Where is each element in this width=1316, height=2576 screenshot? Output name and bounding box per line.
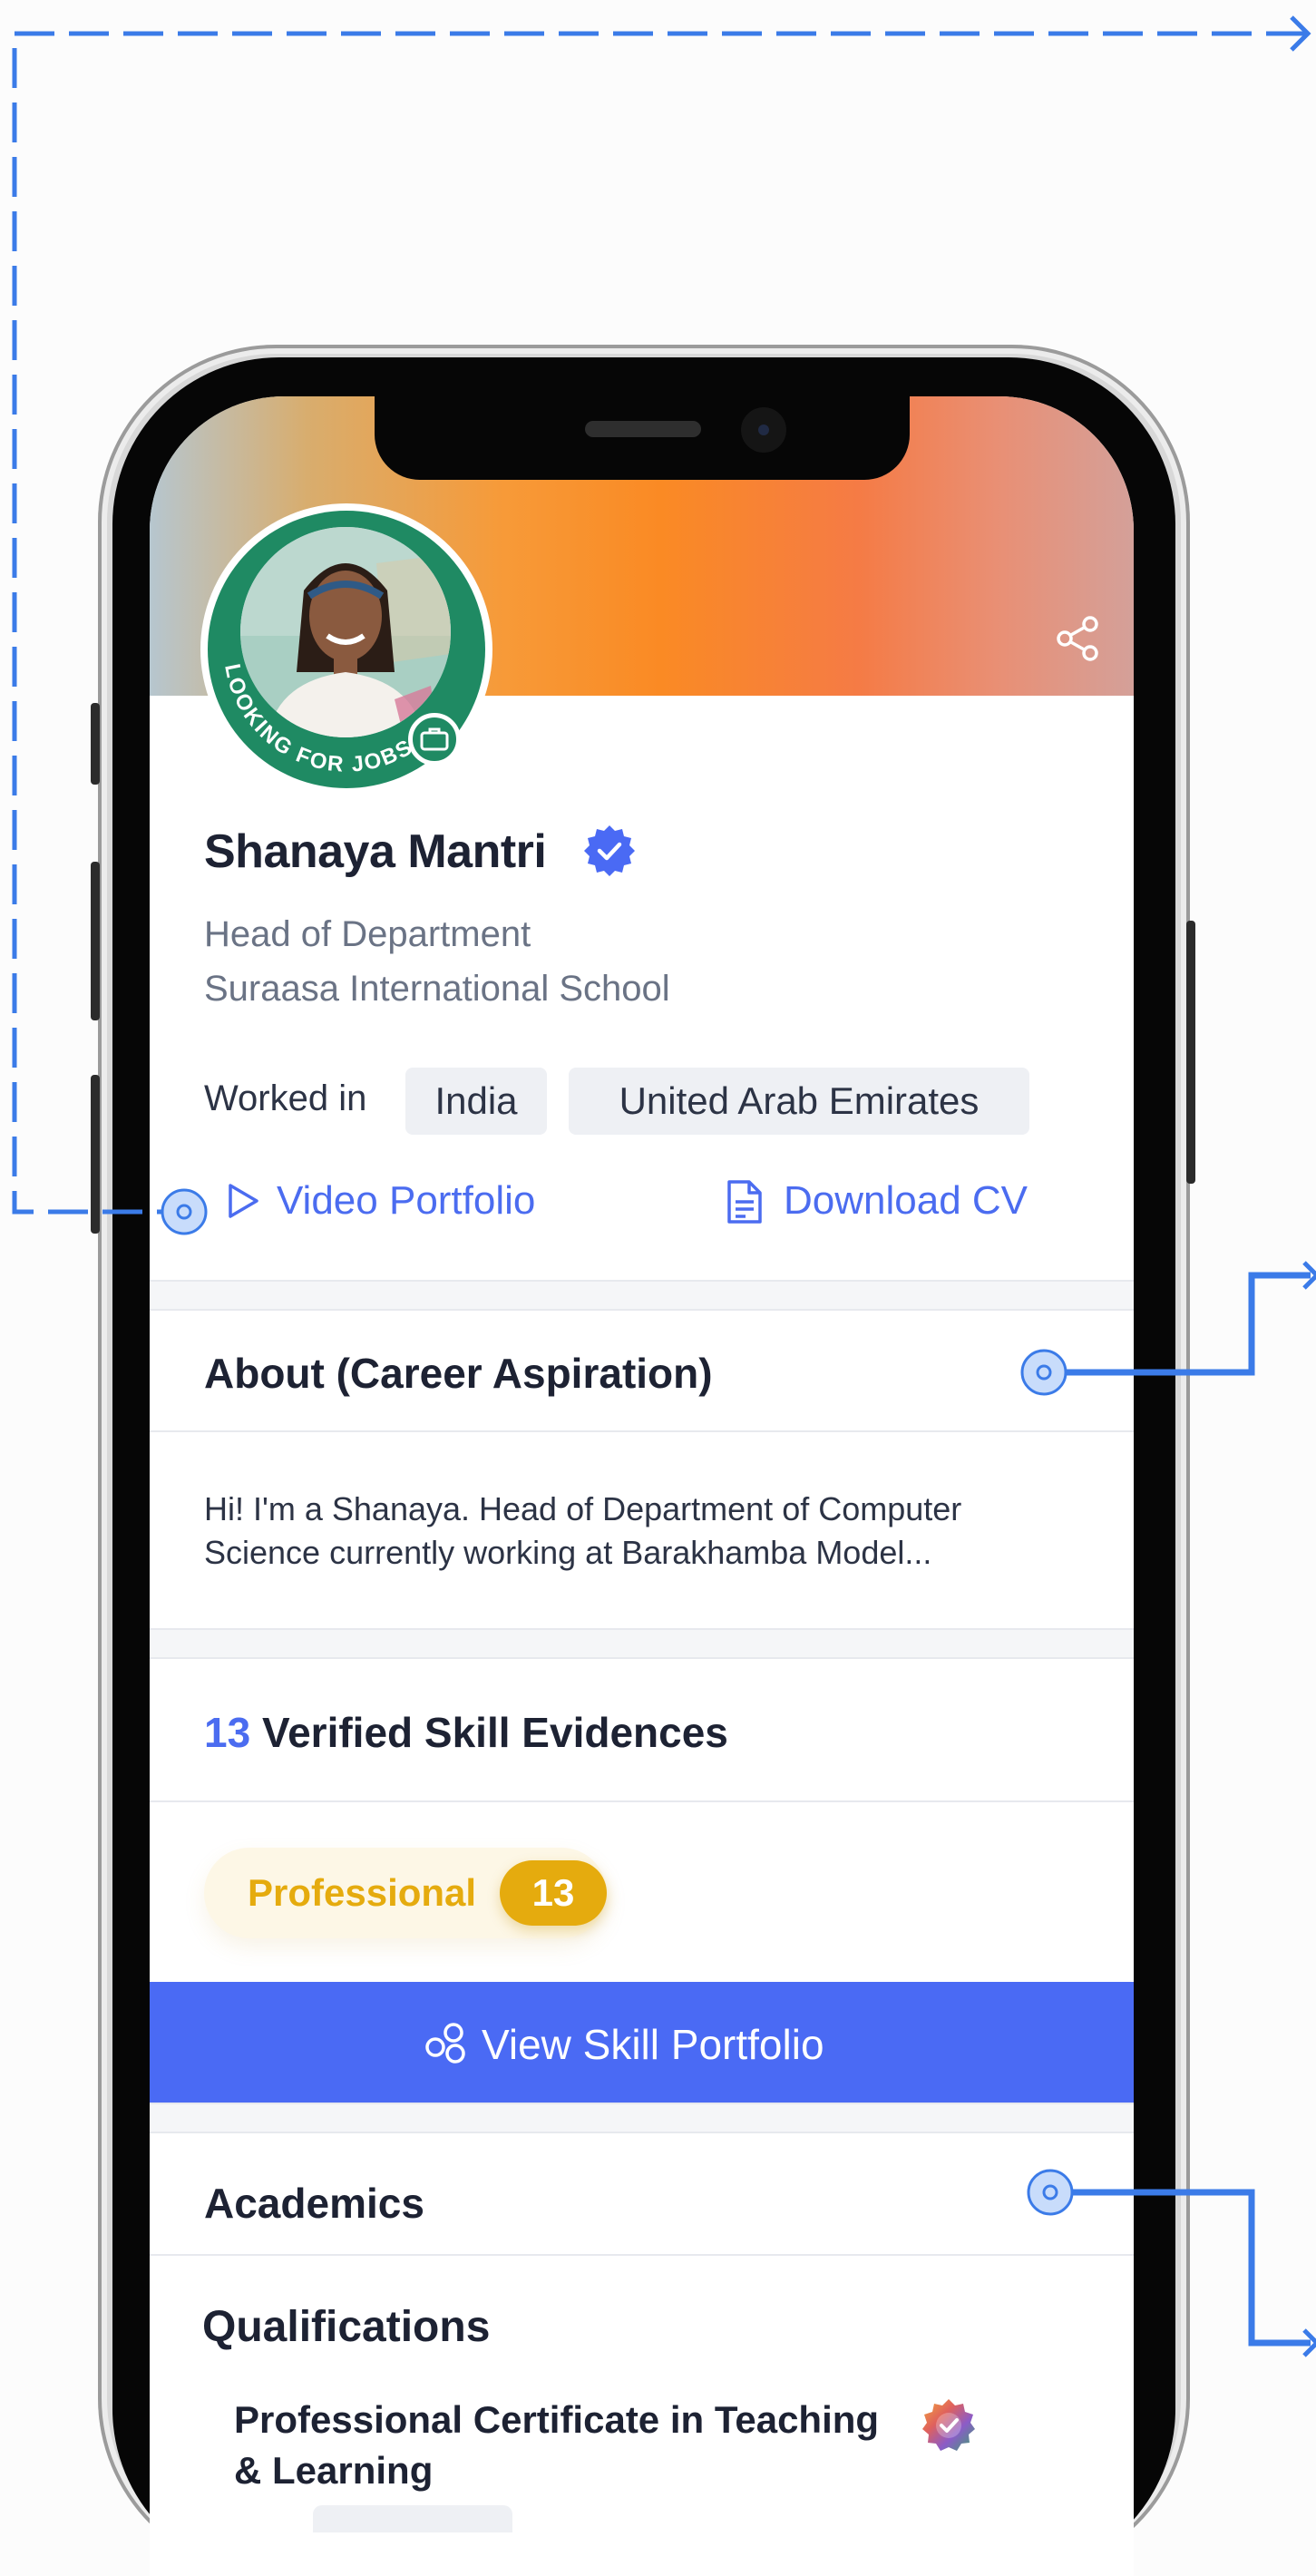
section-divider <box>150 2103 1134 2133</box>
country-chip: United Arab Emirates <box>569 1068 1029 1135</box>
phone-screen: LOOKING FOR JOBS Shanaya Mantri Head of … <box>150 396 1134 2576</box>
country-chip: India <box>405 1068 547 1135</box>
view-skill-portfolio-button[interactable]: View Skill Portfolio <box>150 1982 1134 2103</box>
briefcase-icon <box>408 713 461 766</box>
skill-evidence-count: 13 <box>204 1709 251 1756</box>
skill-evidences-title: 13 Verified Skill Evidences <box>204 1708 728 1757</box>
document-icon <box>727 1180 762 1224</box>
certificate-badge-icon <box>920 2396 978 2454</box>
share-icon[interactable] <box>1052 613 1103 664</box>
play-icon <box>229 1184 258 1218</box>
divider <box>150 2254 1134 2256</box>
profile-school: Suraasa International School <box>204 969 670 1009</box>
professional-skill-pill[interactable]: Professional 13 <box>204 1848 607 1938</box>
front-camera <box>741 407 786 453</box>
skill-category-label: Professional <box>248 1871 477 1914</box>
avatar[interactable]: LOOKING FOR JOBS <box>200 503 492 795</box>
profile-role: Head of Department <box>204 914 531 954</box>
connector-arrow <box>1302 1261 1316 1290</box>
speaker-grille <box>585 421 701 437</box>
download-cv-label: Download CV <box>784 1178 1028 1223</box>
skill-nodes-icon <box>425 2023 465 2064</box>
skill-evidences-label: Verified Skill Evidences <box>261 1709 728 1756</box>
about-text: Hi! I'm a Shanaya. Head of Department of… <box>204 1490 962 1571</box>
volume-down-button <box>91 1075 100 1234</box>
video-portfolio-label: Video Portfolio <box>277 1178 536 1223</box>
notch <box>375 396 910 480</box>
section-divider <box>150 1280 1134 1311</box>
mute-switch <box>91 703 100 785</box>
qualifications-title: Qualifications <box>202 2303 491 2351</box>
volume-up-button <box>91 862 100 1020</box>
view-skill-portfolio-label: View Skill Portfolio <box>482 2021 824 2068</box>
svg-text:LOOKING FOR JOBS: LOOKING FOR JOBS <box>219 662 417 777</box>
about-section-title: About (Career Aspiration) <box>204 1350 713 1397</box>
academics-title: Academics <box>204 2180 424 2227</box>
section-divider <box>150 1628 1134 1659</box>
verified-badge-icon <box>581 823 638 879</box>
profile-name: Shanaya Mantri <box>204 825 547 878</box>
qualification-tag <box>313 2505 512 2532</box>
divider <box>150 1800 1134 1802</box>
qualification-item[interactable]: Professional Certificate in Teaching & L… <box>234 2395 914 2496</box>
divider <box>150 1430 1134 1432</box>
connector-arrow <box>1302 2328 1316 2357</box>
connector-arrow <box>1290 15 1311 52</box>
power-button <box>1186 921 1195 1184</box>
skill-category-count: 13 <box>500 1860 607 1926</box>
worked-in-label: Worked in <box>204 1078 367 1118</box>
